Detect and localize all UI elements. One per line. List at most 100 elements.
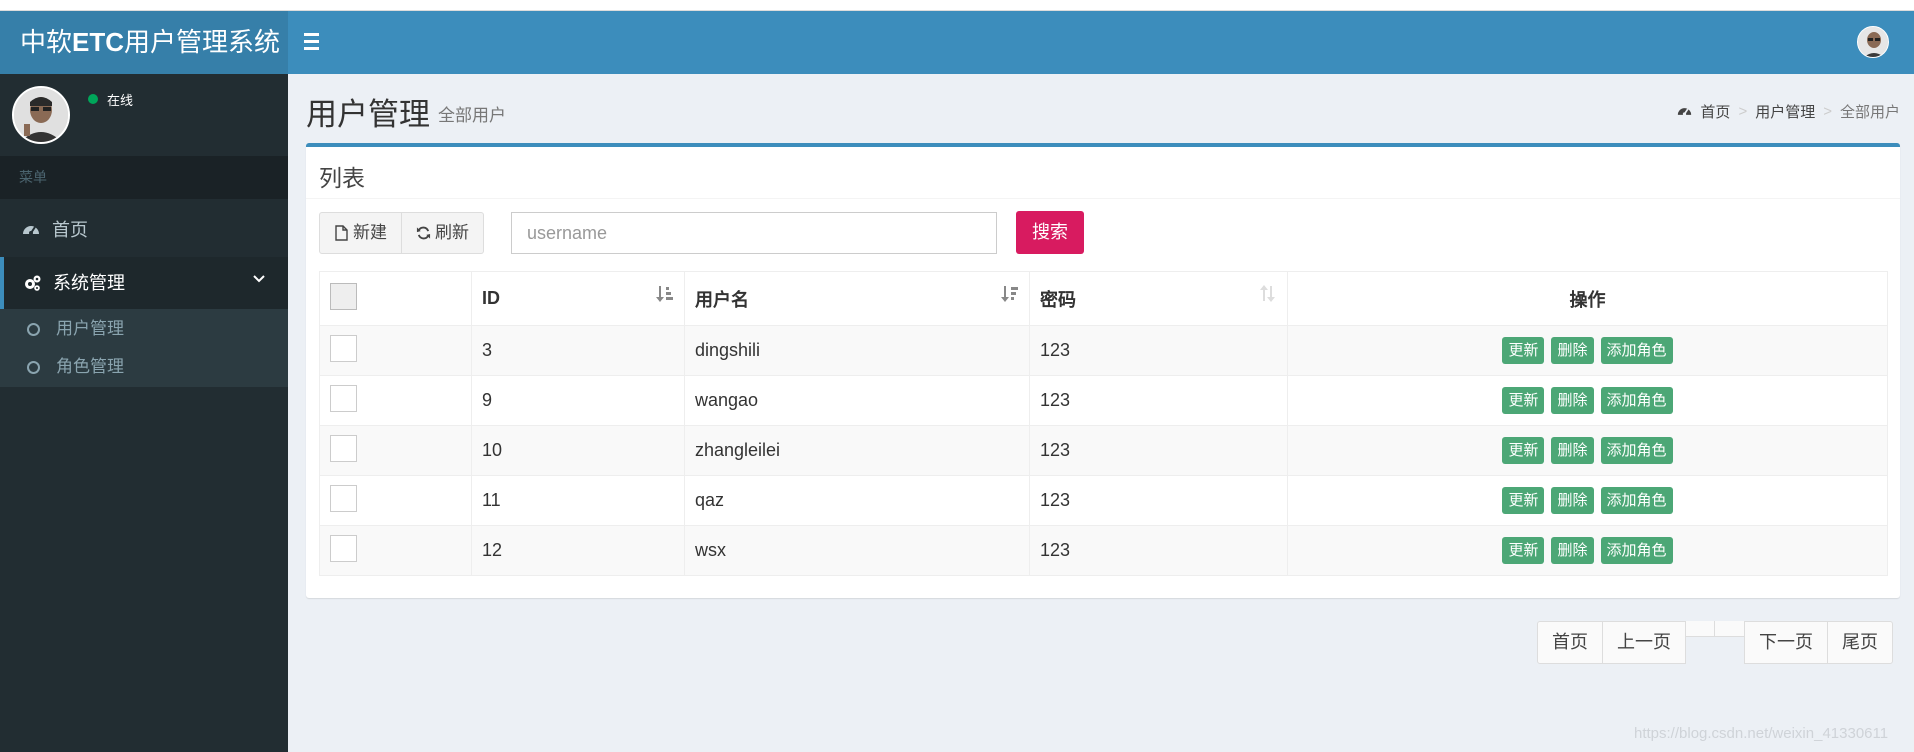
row-select-cell <box>319 475 472 526</box>
id-cell: 9 <box>471 375 685 426</box>
row-checkbox[interactable] <box>330 484 357 512</box>
row-checkbox[interactable] <box>330 434 357 462</box>
id-column-header[interactable]: ID <box>471 271 685 326</box>
actions-cell: 更新 删除 添加角色 <box>1287 375 1888 426</box>
breadcrumb: 首页 > 用户管理 > 全部用户 <box>1677 101 1900 122</box>
actions-cell: 更新 删除 添加角色 <box>1287 325 1888 376</box>
breadcrumb-current: 全部用户 <box>1839 104 1900 121</box>
row-checkbox[interactable] <box>330 334 357 362</box>
column-header-label: 密码 <box>1040 289 1076 310</box>
main-header: 中软ETC用户管理系统 <box>0 11 1914 74</box>
page-subtitle: 全部用户 <box>438 106 506 125</box>
actions-cell: 更新 删除 添加角色 <box>1287 475 1888 526</box>
breadcrumb-separator: > <box>1738 103 1748 120</box>
delete-button[interactable]: 删除 <box>1551 537 1594 564</box>
sidebar-item-home[interactable]: 首页 <box>0 204 288 256</box>
delete-button[interactable]: 删除 <box>1551 487 1594 514</box>
file-icon <box>335 225 348 241</box>
search-button[interactable]: 搜索 <box>1016 211 1084 254</box>
update-button[interactable]: 更新 <box>1502 487 1545 514</box>
table-row: 11 qaz 123 更新 删除 添加角色 <box>319 475 1888 526</box>
logo-bold: ETC <box>72 27 125 57</box>
sidebar-subitem-label: 用户管理 <box>56 319 124 338</box>
cogs-icon <box>25 275 41 291</box>
first-page-button[interactable]: 首页 <box>1537 621 1603 664</box>
add-role-button[interactable]: 添加角色 <box>1600 337 1673 364</box>
sidebar-item-system[interactable]: 系统管理 <box>0 257 288 309</box>
sidebar-subitem-label: 角色管理 <box>56 357 124 376</box>
hamburger-icon <box>304 33 319 36</box>
sort-descending-icon[interactable] <box>1001 284 1019 304</box>
app-logo[interactable]: 中软ETC用户管理系统 <box>0 11 288 74</box>
id-cell: 3 <box>471 325 685 376</box>
refresh-button[interactable]: 刷新 <box>402 212 484 254</box>
header-user-avatar[interactable] <box>1857 26 1889 58</box>
online-status-label: 在线 <box>107 93 134 108</box>
password-column-header[interactable]: 密码 <box>1029 271 1288 326</box>
id-cell: 11 <box>471 475 685 526</box>
prev-page-button[interactable]: 上一页 <box>1602 621 1686 664</box>
sidebar-toggle-button[interactable] <box>302 29 326 53</box>
row-checkbox[interactable] <box>330 384 357 412</box>
sort-ascending-icon[interactable] <box>656 284 674 304</box>
page-number-placeholder[interactable] <box>1685 621 1715 637</box>
password-cell: 123 <box>1029 325 1288 376</box>
table-header-row: ID 用户名 密码 操作 <box>319 271 1888 326</box>
refresh-icon <box>416 226 431 240</box>
column-header-label: ID <box>482 288 500 308</box>
table-row: 9 wangao 123 更新 删除 添加角色 <box>319 375 1888 426</box>
delete-button[interactable]: 删除 <box>1551 437 1594 464</box>
table-row: 12 wsx 123 更新 删除 添加角色 <box>319 525 1888 576</box>
new-button[interactable]: 新建 <box>319 212 402 254</box>
add-role-button[interactable]: 添加角色 <box>1600 487 1673 514</box>
row-checkbox[interactable] <box>330 534 357 562</box>
circle-icon <box>27 361 40 374</box>
sidebar-subitem-user-management[interactable]: 用户管理 <box>0 310 288 348</box>
sidebar: 在线 菜单 首页 系统管理 用户管理 角色管理 <box>0 74 288 752</box>
update-button[interactable]: 更新 <box>1502 387 1545 414</box>
actions-column-header: 操作 <box>1287 271 1888 326</box>
hamburger-icon-line <box>304 47 319 50</box>
page-number-placeholder[interactable] <box>1714 621 1745 637</box>
next-page-button[interactable]: 下一页 <box>1744 621 1828 664</box>
select-all-checkbox[interactable] <box>330 282 357 310</box>
add-role-button[interactable]: 添加角色 <box>1600 437 1673 464</box>
menu-header: 菜单 <box>0 156 288 199</box>
id-cell: 10 <box>471 425 685 476</box>
last-page-button[interactable]: 尾页 <box>1827 621 1893 664</box>
toolbar-button-group: 新建 刷新 <box>319 212 484 254</box>
sidebar-item-label: 系统管理 <box>53 273 125 293</box>
select-all-header <box>319 271 472 326</box>
password-cell: 123 <box>1029 375 1288 426</box>
username-cell: wsx <box>684 525 1030 576</box>
watermark: https://blog.csdn.net/weixin_41330611 <box>1634 725 1889 742</box>
sort-icon[interactable] <box>1259 284 1277 304</box>
column-header-label: 用户名 <box>695 289 749 310</box>
logo-prefix: 中软 <box>20 27 73 57</box>
breadcrumb-user-management-link[interactable]: 用户管理 <box>1755 101 1815 122</box>
refresh-button-label: 刷新 <box>435 223 469 242</box>
add-role-button[interactable]: 添加角色 <box>1600 387 1673 414</box>
update-button[interactable]: 更新 <box>1502 437 1545 464</box>
username-cell: qaz <box>684 475 1030 526</box>
sidebar-subitem-role-management[interactable]: 角色管理 <box>0 348 288 386</box>
username-cell: dingshili <box>684 325 1030 376</box>
page-title: 用户管理 <box>306 97 430 132</box>
new-button-label: 新建 <box>353 223 387 242</box>
row-select-cell <box>319 375 472 426</box>
table-row: 10 zhangleilei 123 更新 删除 添加角色 <box>319 425 1888 476</box>
username-column-header[interactable]: 用户名 <box>684 271 1030 326</box>
delete-button[interactable]: 删除 <box>1551 387 1594 414</box>
breadcrumb-home-link[interactable]: 首页 <box>1700 101 1730 122</box>
box-title: 列表 <box>319 165 365 191</box>
username-search-input[interactable] <box>511 212 997 254</box>
update-button[interactable]: 更新 <box>1502 337 1545 364</box>
update-button[interactable]: 更新 <box>1502 537 1545 564</box>
password-cell: 123 <box>1029 475 1288 526</box>
pagination: 首页 上一页 下一页 尾页 <box>1537 621 1893 664</box>
delete-button[interactable]: 删除 <box>1551 337 1594 364</box>
add-role-button[interactable]: 添加角色 <box>1600 537 1673 564</box>
user-table: ID 用户名 密码 操作 3 dingshili 123 更新 删除 添加角色 … <box>319 271 1888 576</box>
list-box: 列表 新建 刷新 搜索 <box>306 143 1900 598</box>
dashboard-icon <box>1678 108 1692 116</box>
